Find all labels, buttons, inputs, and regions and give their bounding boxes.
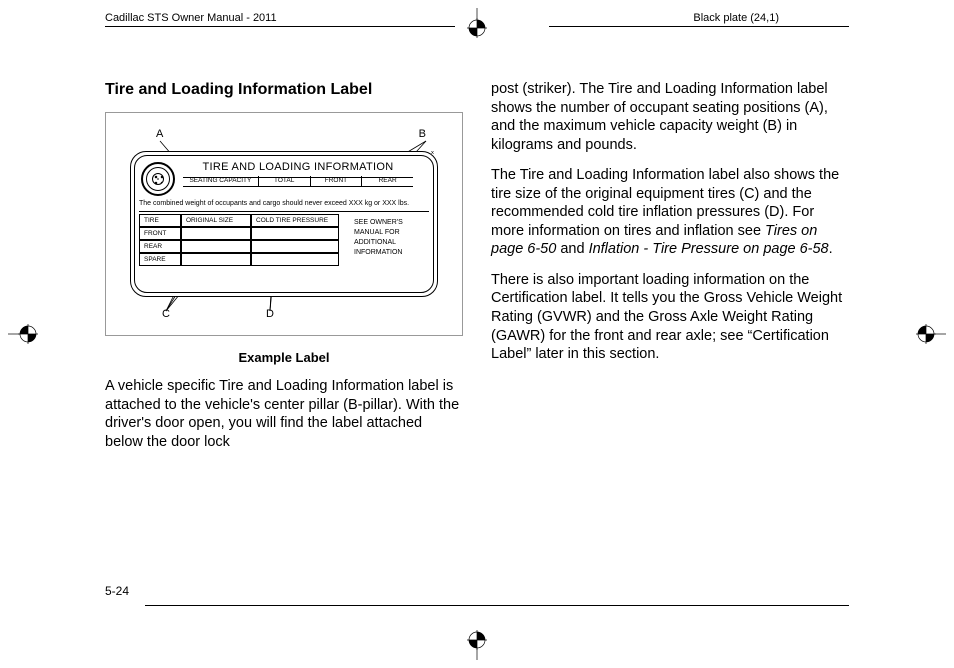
seating-rear-label: REAR: [362, 176, 413, 186]
page-number: 5-24: [105, 584, 129, 598]
p2-part-e: .: [829, 241, 833, 257]
crop-mark-left: [8, 319, 38, 349]
callout-D: D: [266, 307, 274, 321]
owners-manual-text: SEE OWNER'S MANUAL FOR ADDITIONAL INFORM…: [354, 218, 427, 257]
callout-B: B: [419, 127, 426, 141]
crop-mark-right: [916, 319, 946, 349]
callout-A: A: [156, 127, 163, 141]
seating-capacity-label: SEATING CAPACITY: [183, 176, 259, 186]
right-paragraph-1: post (striker). The Tire and Loading Inf…: [491, 80, 849, 154]
label-title-text: TIRE AND LOADING INFORMATION: [183, 160, 413, 177]
grid-rear-label: REAR: [139, 240, 181, 253]
section-title: Tire and Loading Information Label: [105, 80, 463, 100]
label-box: TIRE AND LOADING INFORMATION SEATING CAP…: [130, 151, 438, 297]
tire-label-figure: A B C D xxxxxxxxxxxxxxxxxxxxxxxxxx TIRE …: [105, 112, 463, 336]
seating-row: SEATING CAPACITY TOTAL FRONT REAR: [183, 176, 413, 187]
combined-weight-text: The combined weight of occupants and car…: [139, 200, 429, 212]
tire-grid: TIRE ORIGINAL SIZE COLD TIRE PRESSURE FR…: [139, 214, 339, 266]
seating-total-label: TOTAL: [259, 176, 311, 186]
grid-header-pressure: COLD TIRE PRESSURE: [251, 214, 339, 227]
header-plate-info: Black plate (24,1): [693, 12, 779, 24]
p2-part-c: and: [556, 241, 588, 257]
grid-header-tire: TIRE: [139, 214, 181, 227]
right-column: post (striker). The Tire and Loading Inf…: [491, 80, 849, 463]
seating-front-label: FRONT: [311, 176, 363, 186]
grid-header-size: ORIGINAL SIZE: [181, 214, 251, 227]
header-rule-left: [105, 26, 455, 27]
right-paragraph-3: There is also important loading informat…: [491, 271, 849, 364]
right-paragraph-2: The Tire and Loading Information label a…: [491, 166, 849, 259]
left-paragraph-1: A vehicle specific Tire and Loading Info…: [105, 377, 463, 451]
crop-mark-top: [462, 8, 492, 38]
header-rule-right: [549, 26, 849, 27]
crop-mark-bottom: [462, 630, 492, 660]
grid-spare-label: SPARE: [139, 253, 181, 266]
footer-rule: [145, 605, 849, 606]
left-column: Tire and Loading Information Label A B C…: [105, 80, 463, 463]
inflation-page-ref: Inflation - Tire Pressure on page 6‑58: [589, 241, 829, 257]
figure-caption: Example Label: [105, 350, 463, 367]
callout-C: C: [162, 307, 170, 321]
grid-front-label: FRONT: [139, 227, 181, 240]
header-manual-title: Cadillac STS Owner Manual - 2011: [0, 12, 277, 24]
content-area: Tire and Loading Information Label A B C…: [105, 80, 849, 463]
